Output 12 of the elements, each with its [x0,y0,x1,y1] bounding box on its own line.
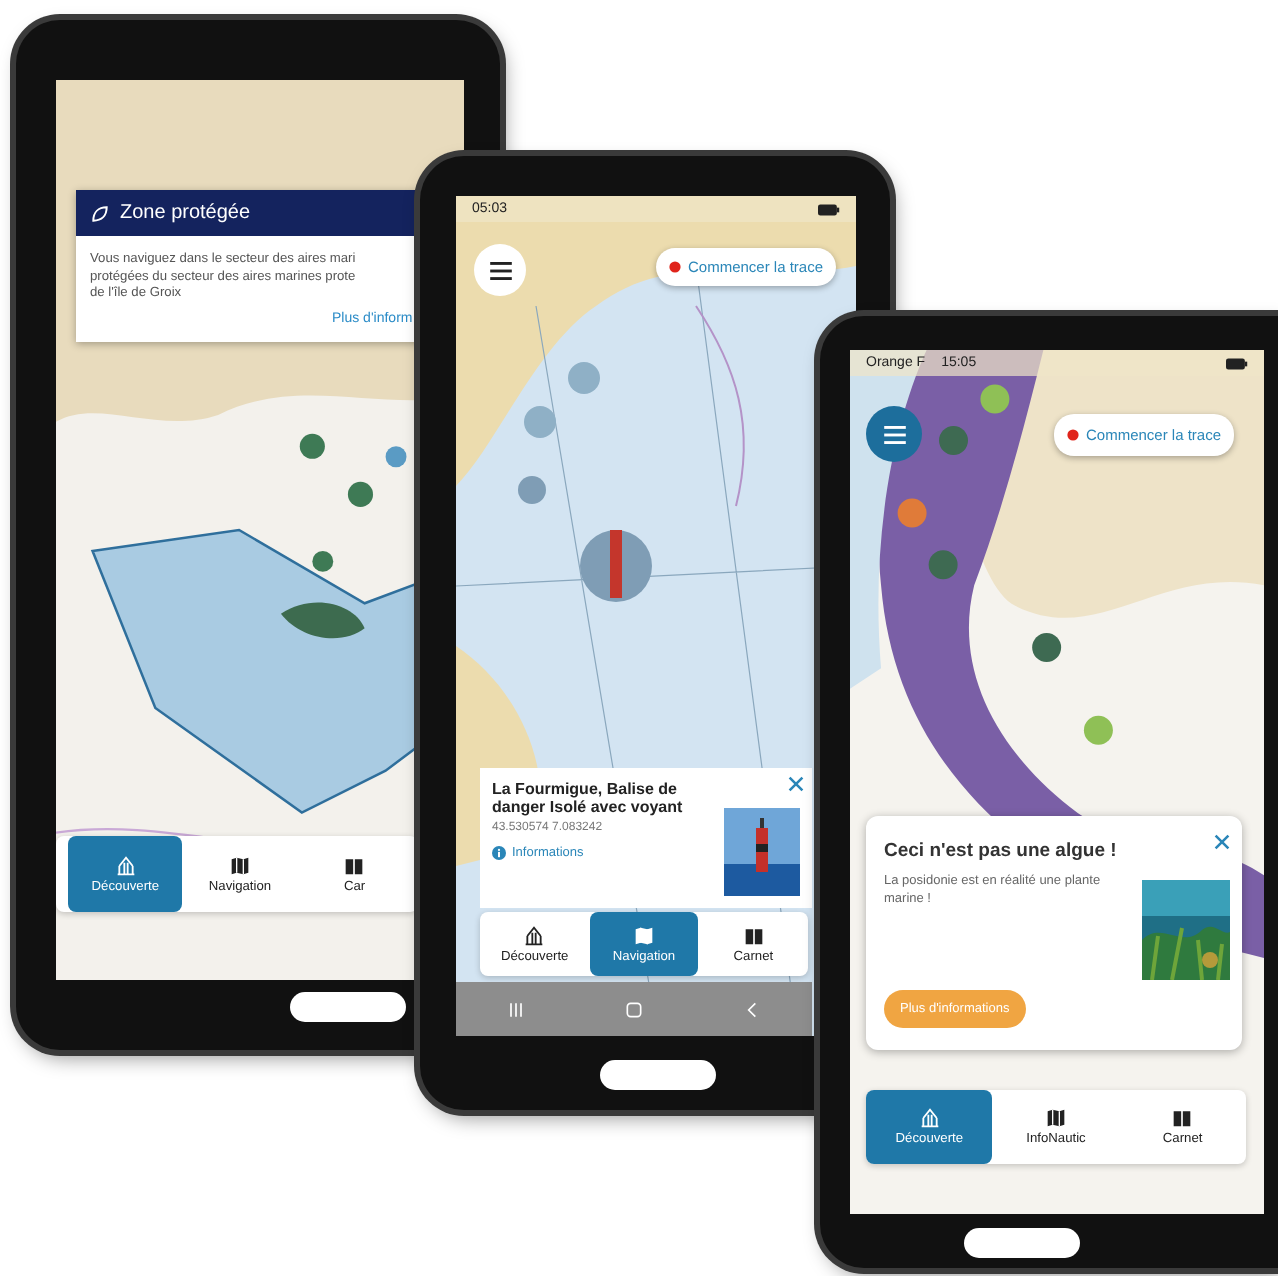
map-icon [229,855,250,875]
home-button[interactable] [290,992,406,1022]
leaf-icon [90,203,110,223]
map-marker[interactable] [385,446,407,468]
home-button[interactable] [600,1060,716,1090]
alert-title: Zone protégée [120,202,251,224]
home-button[interactable] [964,1228,1080,1258]
map-marker[interactable] [312,550,334,572]
monument-icon [115,855,136,875]
map-marker[interactable] [299,433,325,459]
map-marker[interactable] [347,481,373,507]
book-icon [344,855,365,875]
